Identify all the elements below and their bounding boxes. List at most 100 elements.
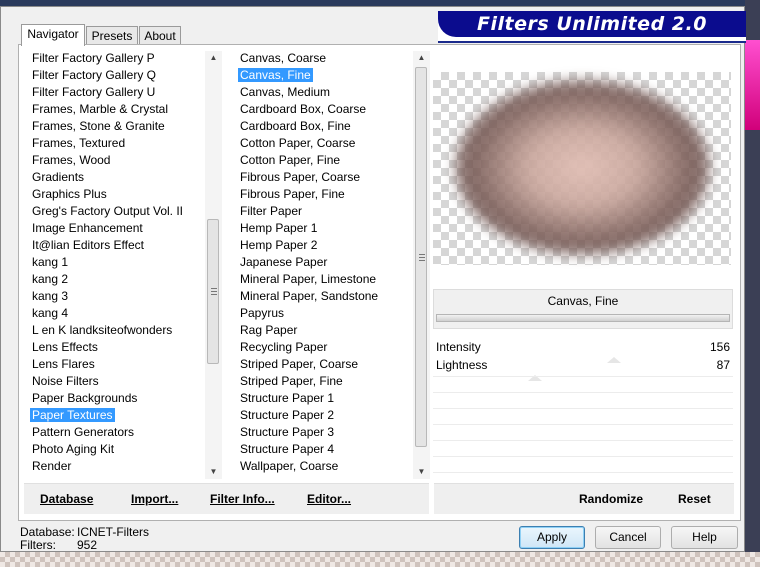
category-item[interactable]: Render (29, 458, 207, 475)
category-item[interactable]: Lens Effects (29, 339, 207, 356)
randomize-button[interactable]: Randomize (579, 492, 643, 506)
category-item[interactable]: kang 3 (29, 288, 207, 305)
filter-item[interactable]: Mineral Paper, Limestone (237, 271, 413, 288)
cancel-button[interactable]: Cancel (595, 526, 661, 549)
reset-button[interactable]: Reset (678, 492, 711, 506)
scroll-down-arrow-icon[interactable]: ▼ (205, 465, 222, 479)
category-item[interactable]: Paper Textures (29, 407, 207, 424)
filter-item[interactable]: Cotton Paper, Coarse (237, 135, 413, 152)
category-item[interactable]: kang 4 (29, 305, 207, 322)
filter-item-label: Structure Paper 3 (240, 425, 335, 439)
filter-item[interactable]: Recycling Paper (237, 339, 413, 356)
category-scrollbar[interactable]: ▲ ▼ (205, 51, 222, 479)
color-swatch (745, 40, 760, 130)
category-item[interactable]: kang 2 (29, 271, 207, 288)
filter-item[interactable]: Mineral Paper, Sandstone (237, 288, 413, 305)
editor-button[interactable]: Editor... (307, 492, 351, 506)
filter-item-label: Cardboard Box, Coarse (240, 102, 367, 116)
filter-item[interactable]: Hemp Paper 2 (237, 237, 413, 254)
category-item[interactable]: Frames, Textured (29, 135, 207, 152)
filter-scrollbar[interactable]: ▲ ▼ (413, 51, 430, 479)
filter-item[interactable]: Cotton Paper, Fine (237, 152, 413, 169)
filter-item[interactable]: Hemp Paper 1 (237, 220, 413, 237)
filter-item-label: Striped Paper, Coarse (240, 357, 359, 371)
category-item[interactable]: Graphics Plus (29, 186, 207, 203)
param-intensity[interactable]: Intensity 156 (433, 339, 733, 363)
param-divider (433, 376, 733, 377)
filter-item-label: Fibrous Paper, Fine (240, 187, 345, 201)
category-item-label: Render (32, 459, 72, 473)
category-item-label: Frames, Stone & Granite (32, 119, 165, 133)
tab-presets[interactable]: Presets (86, 26, 138, 45)
param-divider (433, 440, 733, 441)
filter-name-label: Canvas, Fine (547, 294, 619, 308)
category-item[interactable]: Filter Factory Gallery Q (29, 67, 207, 84)
filter-item-label: Filter Paper (240, 204, 303, 218)
filter-item[interactable]: Wallpaper, Coarse (237, 458, 413, 475)
status-database: Database: ICNET-Filters (20, 525, 149, 539)
scroll-up-arrow-icon[interactable]: ▲ (413, 51, 430, 65)
filter-item[interactable]: Filter Paper (237, 203, 413, 220)
preview-image (455, 80, 710, 255)
category-item[interactable]: Noise Filters (29, 373, 207, 390)
tab-navigator[interactable]: Navigator (21, 24, 85, 46)
category-item[interactable]: Filter Factory Gallery P (29, 50, 207, 67)
filter-item-label: Cotton Paper, Fine (240, 153, 341, 167)
filter-list[interactable]: Canvas, Coarse Canvas, Fine Canvas, Medium… (237, 50, 413, 480)
filter-item[interactable]: Striped Paper, Fine (237, 373, 413, 390)
category-item[interactable]: Greg's Factory Output Vol. II (29, 203, 207, 220)
filter-item[interactable]: Rag Paper (237, 322, 413, 339)
filter-item[interactable]: Structure Paper 2 (237, 407, 413, 424)
category-item[interactable]: Frames, Marble & Crystal (29, 101, 207, 118)
filter-item[interactable]: Striped Paper, Coarse (237, 356, 413, 373)
filter-item-label: Structure Paper 1 (240, 391, 335, 405)
filter-item[interactable]: Structure Paper 4 (237, 441, 413, 458)
database-button[interactable]: Database (40, 492, 93, 506)
filter-item[interactable]: Fibrous Paper, Coarse (237, 169, 413, 186)
category-item[interactable]: Photo Aging Kit (29, 441, 207, 458)
param-lightness[interactable]: Lightness 87 (433, 357, 733, 381)
scroll-up-arrow-icon[interactable]: ▲ (205, 51, 222, 65)
apply-button[interactable]: Apply (519, 526, 585, 549)
filter-item[interactable]: Structure Paper 1 (237, 390, 413, 407)
filter-item[interactable]: Fibrous Paper, Fine (237, 186, 413, 203)
category-item-label: kang 3 (32, 289, 69, 303)
category-item[interactable]: Frames, Stone & Granite (29, 118, 207, 135)
filters-unlimited-dialog: Filters Unlimited 2.0 Navigator Presets … (0, 6, 746, 552)
host-app-sidebar (745, 0, 760, 567)
tab-about[interactable]: About (139, 26, 181, 45)
scroll-thumb[interactable] (207, 219, 219, 364)
import-button[interactable]: Import... (131, 492, 178, 506)
category-item[interactable]: Frames, Wood (29, 152, 207, 169)
filter-item-label: Cotton Paper, Coarse (240, 136, 356, 150)
category-item[interactable]: Paper Backgrounds (29, 390, 207, 407)
category-item[interactable]: L en K landksiteofwonders (29, 322, 207, 339)
filter-item[interactable]: Structure Paper 3 (237, 424, 413, 441)
category-item[interactable]: kang 1 (29, 254, 207, 271)
host-app-canvas (0, 552, 760, 567)
category-item[interactable]: Image Enhancement (29, 220, 207, 237)
category-item[interactable]: Lens Flares (29, 356, 207, 373)
filter-item[interactable]: Papyrus (237, 305, 413, 322)
filter-item[interactable]: Cardboard Box, Fine (237, 118, 413, 135)
category-item[interactable]: Pattern Generators (29, 424, 207, 441)
filter-item[interactable]: Canvas, Medium (237, 84, 413, 101)
filter-item[interactable]: Japanese Paper (237, 254, 413, 271)
filter-item[interactable]: Canvas, Coarse (237, 50, 413, 67)
filter-item-label: Mineral Paper, Limestone (240, 272, 377, 286)
filter-info-button[interactable]: Filter Info... (210, 492, 275, 506)
scroll-down-arrow-icon[interactable]: ▼ (413, 465, 430, 479)
category-item[interactable]: It@lian Editors Effect (29, 237, 207, 254)
category-list[interactable]: Filter Factory Gallery P Filter Factory G… (29, 50, 207, 480)
category-item[interactable]: Gradients (29, 169, 207, 186)
param-name: Lightness (436, 358, 488, 372)
param-divider (433, 456, 733, 457)
filter-item[interactable]: Canvas, Fine (237, 67, 413, 84)
status-database-value: ICNET-Filters (77, 525, 149, 539)
filter-item[interactable]: Cardboard Box, Coarse (237, 101, 413, 118)
filter-item-label: Papyrus (240, 306, 285, 320)
filter-name-bar (436, 314, 730, 322)
category-item[interactable]: Filter Factory Gallery U (29, 84, 207, 101)
scroll-thumb[interactable] (415, 67, 427, 447)
help-button[interactable]: Help (671, 526, 738, 549)
